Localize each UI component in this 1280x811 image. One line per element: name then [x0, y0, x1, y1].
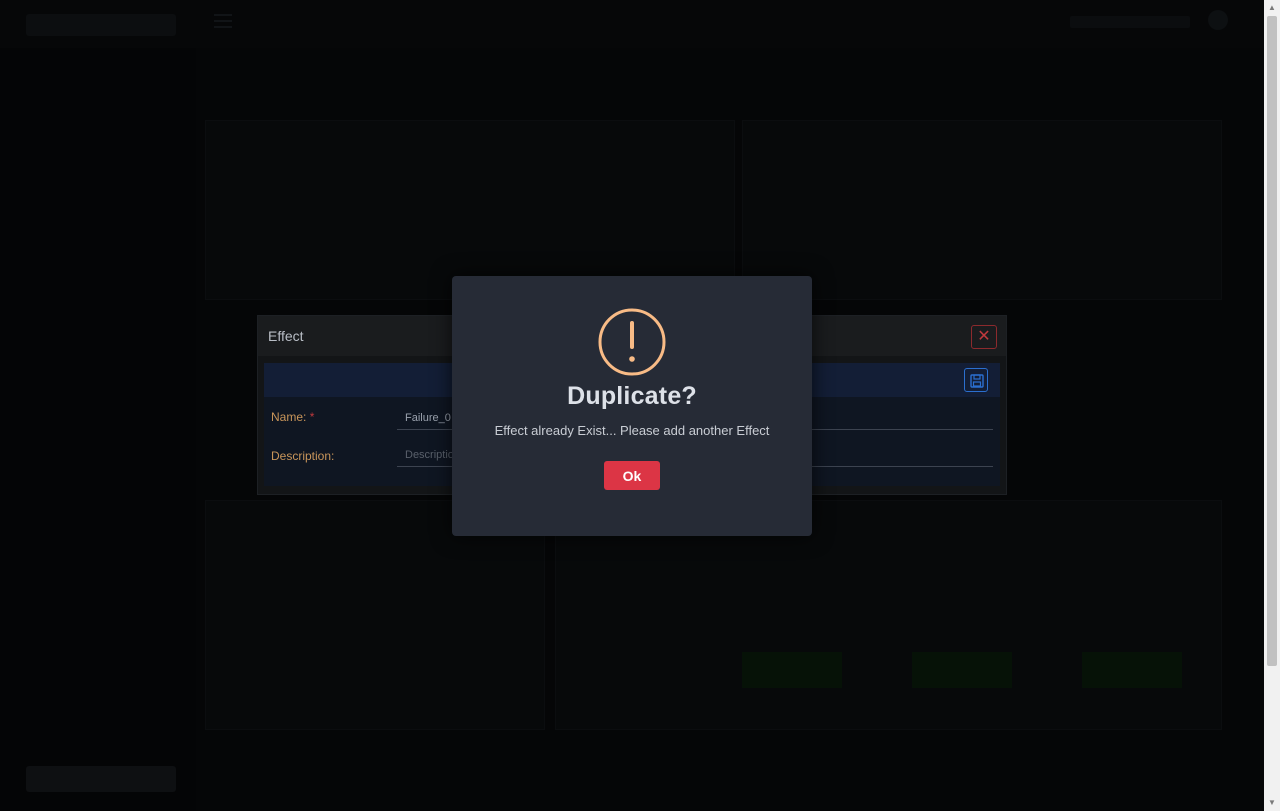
menu-icon[interactable]: [214, 14, 232, 28]
scroll-up-icon[interactable]: ▲: [1264, 0, 1280, 16]
save-button[interactable]: [964, 368, 988, 392]
sidebar: [0, 48, 196, 811]
ok-button[interactable]: Ok: [604, 461, 660, 490]
name-label-text: Name:: [271, 410, 307, 424]
background-tile: [742, 652, 842, 688]
required-mark: *: [309, 410, 315, 424]
background-tile: [1082, 652, 1182, 688]
close-button[interactable]: ✕: [971, 325, 997, 349]
name-label: Name: *: [271, 410, 314, 424]
background-panel-right: [742, 120, 1222, 300]
alert-message: Effect already Exist... Please add anoth…: [494, 423, 770, 438]
top-bar: [0, 0, 1264, 48]
scroll-down-icon[interactable]: ▼: [1264, 795, 1280, 811]
close-icon: ✕: [977, 328, 991, 345]
user-name: [1070, 16, 1190, 28]
background-panel-left: [205, 120, 735, 300]
exclamation-circle-icon: [598, 308, 666, 376]
duplicate-alert-dialog: Duplicate? Effect already Exist... Pleas…: [452, 276, 812, 536]
save-icon: [970, 374, 984, 388]
alert-title: Duplicate?: [567, 382, 697, 410]
description-label: Description:: [271, 449, 335, 463]
sidebar-button[interactable]: [26, 766, 176, 792]
background-tile: [912, 652, 1012, 688]
avatar[interactable]: [1208, 10, 1228, 30]
app-logo: [26, 14, 176, 36]
effect-modal-title: Effect: [268, 328, 304, 344]
scrollbar-thumb[interactable]: [1267, 16, 1277, 666]
